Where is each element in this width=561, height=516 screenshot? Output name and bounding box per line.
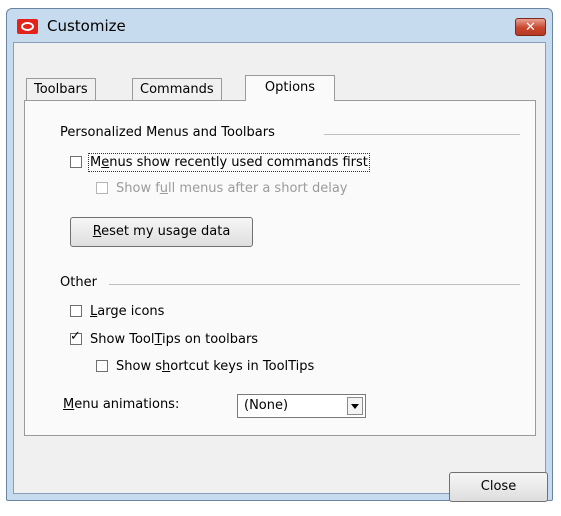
large-icons-label[interactable]: Large icons bbox=[90, 304, 164, 319]
customize-dialog: Customize ✕ Toolbars Commands Options Pe… bbox=[6, 8, 553, 502]
chevron-down-icon[interactable] bbox=[347, 397, 363, 415]
window-close-button[interactable]: ✕ bbox=[515, 18, 546, 36]
menu-animations-label: Menu animations: bbox=[63, 397, 180, 412]
large-icons-checkbox[interactable] bbox=[70, 305, 82, 317]
recent-commands-label[interactable]: Menus show recently used commands first bbox=[88, 152, 370, 172]
full-menus-option: Show full menus after a short delay bbox=[96, 179, 348, 197]
menu-animations-select[interactable]: (None) bbox=[237, 394, 366, 418]
tab-toolbars[interactable]: Toolbars bbox=[26, 78, 96, 100]
reset-usage-data-button[interactable]: Reset my usage data bbox=[70, 217, 253, 247]
other-group-heading: Other bbox=[60, 275, 97, 290]
window-title: Customize bbox=[47, 17, 126, 35]
personalized-group-heading: Personalized Menus and Toolbars bbox=[60, 125, 275, 140]
title-bar[interactable]: Customize ✕ bbox=[7, 9, 552, 41]
group-divider bbox=[109, 284, 520, 285]
close-button[interactable]: Close bbox=[449, 472, 548, 502]
recent-commands-checkbox[interactable] bbox=[70, 156, 82, 168]
oracle-logo-icon bbox=[17, 19, 38, 34]
dialog-body: Toolbars Commands Options Personalized M… bbox=[13, 42, 548, 502]
large-icons-option[interactable]: Large icons bbox=[70, 302, 164, 320]
menu-animations-value: (None) bbox=[244, 398, 289, 413]
tab-commands[interactable]: Commands bbox=[132, 78, 222, 100]
full-menus-label: Show full menus after a short delay bbox=[116, 180, 348, 196]
shortcut-keys-option[interactable]: Show shortcut keys in ToolTips bbox=[96, 357, 314, 375]
recent-commands-option[interactable]: Menus show recently used commands first bbox=[70, 152, 370, 172]
show-tooltips-checkbox[interactable]: ✓ bbox=[70, 329, 82, 345]
shortcut-keys-checkbox[interactable] bbox=[96, 360, 108, 372]
show-tooltips-option[interactable]: ✓ Show ToolTips on toolbars bbox=[70, 329, 258, 348]
shortcut-keys-label[interactable]: Show shortcut keys in ToolTips bbox=[116, 359, 314, 374]
tab-options[interactable]: Options bbox=[245, 75, 335, 101]
checkmark-icon: ✓ bbox=[70, 329, 81, 344]
full-menus-checkbox bbox=[96, 182, 108, 194]
group-divider bbox=[324, 134, 520, 135]
options-panel: Personalized Menus and Toolbars Menus sh… bbox=[24, 100, 536, 436]
show-tooltips-label[interactable]: Show ToolTips on toolbars bbox=[90, 332, 258, 347]
